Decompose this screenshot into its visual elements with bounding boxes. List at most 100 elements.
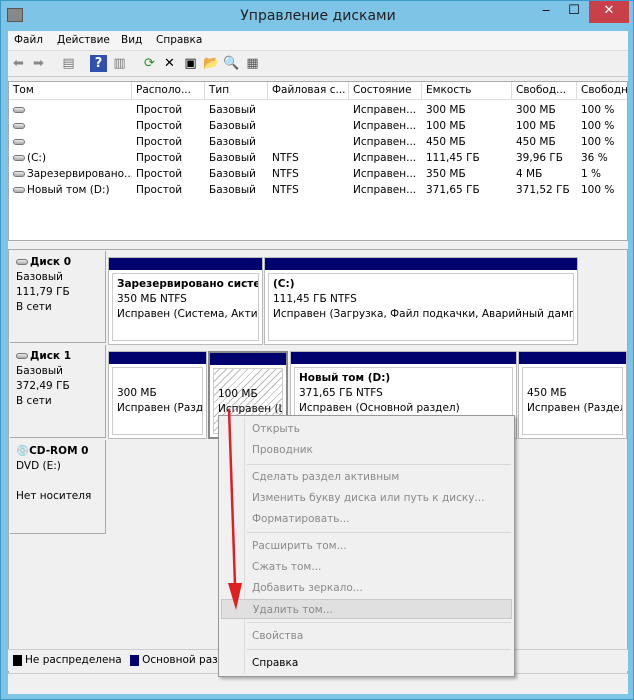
menu-item-extend-volume[interactable]: Расширить том... xyxy=(221,536,512,556)
legend-swatch-primary xyxy=(130,654,140,666)
column-header-volume[interactable]: Том xyxy=(9,82,132,100)
action-pane-icon[interactable]: ▥ xyxy=(111,55,128,72)
column-header-filesystem[interactable]: Файловая с... xyxy=(268,82,349,100)
disk-0-label[interactable]: Диск 0 Базовый 111,79 ГБ В сети xyxy=(10,251,106,343)
table-cell: 100 % xyxy=(577,102,627,118)
cell-text: 100 % xyxy=(581,136,615,148)
table-row[interactable]: Простой Базовый Исправен... 100 МБ 100 МБ 100… xyxy=(9,118,627,134)
partition-size: 450 МБ xyxy=(527,387,567,399)
table-cell: Базовый xyxy=(205,182,268,198)
partition-recovery-300[interactable]: 300 МБ Исправен (Раздел восстановления) xyxy=(108,351,207,439)
table-cell xyxy=(268,134,349,150)
table-cell xyxy=(9,102,132,118)
table-cell: 36 % xyxy=(577,150,627,166)
menu-item-shrink-volume[interactable]: Сжать том... xyxy=(221,557,512,577)
cell-text: Исправен... xyxy=(353,120,417,132)
table-cell xyxy=(9,134,132,150)
column-header-free-space[interactable]: Свобод... xyxy=(512,82,577,100)
column-header-status[interactable]: Состояние xyxy=(349,82,422,100)
cell-text: 1 % xyxy=(581,168,601,180)
column-header-percent-free[interactable]: Свободно xyxy=(577,82,627,100)
table-cell: Простой xyxy=(132,150,205,166)
cell-text: Простой xyxy=(136,168,183,180)
cell-text: Простой xyxy=(136,152,183,164)
menu-help[interactable]: Справка xyxy=(156,34,202,46)
settings-icon[interactable]: ▦ xyxy=(244,55,261,72)
cell-text: 111,45 ГБ xyxy=(426,152,480,164)
delete-icon[interactable]: ✕ xyxy=(161,55,178,72)
disk-type: Базовый xyxy=(16,365,63,377)
menu-item-help[interactable]: Справка xyxy=(221,653,512,673)
cdrom-0-label[interactable]: 💿CD-ROM 0 DVD (E:) Нет носителя xyxy=(10,440,106,534)
table-row[interactable]: Зарезервировано... Простой Базовый NTFS Испр… xyxy=(9,166,627,182)
partition-status: Исправен (Раздел восстановления) xyxy=(117,402,203,414)
console-tree-icon[interactable]: ▤ xyxy=(60,55,77,72)
menu-item-mark-active[interactable]: Сделать раздел активным xyxy=(221,467,512,487)
maximize-button[interactable]: ☐ xyxy=(561,1,587,23)
menu-view[interactable]: Вид xyxy=(121,34,142,46)
partition-status: Исправен (Загрузка, Файл подкачки, Авари… xyxy=(273,308,574,320)
table-cell: NTFS xyxy=(268,182,349,198)
volume-icon xyxy=(13,107,25,113)
partition-system-reserved[interactable]: Зарезервировано системой 350 МБ NTFS Испра… xyxy=(108,257,263,345)
menu-item-open[interactable]: Открыть xyxy=(221,419,512,439)
menu-item-change-drive-letter[interactable]: Изменить букву диска или путь к диску... xyxy=(221,488,512,508)
menu-item-delete-volume[interactable]: Удалить том... xyxy=(221,599,512,619)
table-row[interactable]: Простой Базовый Исправен... 300 МБ 300 МБ 100… xyxy=(9,102,627,118)
table-cell: 450 МБ xyxy=(422,134,512,150)
disk-status: Нет носителя xyxy=(16,490,92,502)
legend-swatch-unallocated xyxy=(13,654,22,666)
partition-size: 350 МБ NTFS xyxy=(117,293,187,305)
table-cell: Базовый xyxy=(205,118,268,134)
menu-item-format[interactable]: Форматировать... xyxy=(221,509,512,529)
volume-icon xyxy=(13,139,25,145)
menu-action[interactable]: Действие xyxy=(57,34,110,46)
partition-title: (C:) xyxy=(273,278,295,290)
explore-icon[interactable]: 🔍 xyxy=(223,55,240,72)
partition-c[interactable]: (C:) 111,45 ГБ NTFS Исправен (Загрузка, Фа… xyxy=(264,257,578,345)
menu-item-properties[interactable]: Свойства xyxy=(221,626,512,646)
cell-text: 300 МБ xyxy=(426,104,466,116)
partition-status: Исправен (Раздел восстановления) xyxy=(527,402,623,414)
minimize-button[interactable]: ‒ xyxy=(533,1,559,23)
menu-item-add-mirror[interactable]: Добавить зеркало... xyxy=(221,578,512,598)
cell-text: 100 % xyxy=(581,184,615,196)
volume-icon xyxy=(13,187,25,193)
cell-text: (C:) xyxy=(27,152,47,164)
help-icon[interactable]: ? xyxy=(90,55,107,72)
table-cell: 300 МБ xyxy=(512,102,577,118)
cell-text: Исправен... xyxy=(353,136,417,148)
cell-text: Базовый xyxy=(209,152,256,164)
table-cell xyxy=(268,118,349,134)
cell-text: 300 МБ xyxy=(516,104,556,116)
table-cell: Простой xyxy=(132,134,205,150)
forward-icon[interactable]: ➡ xyxy=(30,55,47,72)
table-row[interactable]: Новый том (D:) Простой Базовый NTFS Исправен… xyxy=(9,182,627,198)
disk-size: 372,49 ГБ xyxy=(16,380,70,392)
table-cell: Исправен... xyxy=(349,182,422,198)
table-row[interactable]: Простой Базовый Исправен... 450 МБ 450 МБ 100… xyxy=(9,134,627,150)
cell-text: 371,65 ГБ xyxy=(426,184,480,196)
column-header-type[interactable]: Тип xyxy=(205,82,268,100)
table-cell: Простой xyxy=(132,118,205,134)
properties-icon[interactable]: ▣ xyxy=(182,55,199,72)
open-icon[interactable]: 📂 xyxy=(203,55,220,72)
close-button[interactable]: ✕ xyxy=(589,1,629,23)
cell-text: Простой xyxy=(136,120,183,132)
cell-text: 371,52 ГБ xyxy=(516,184,570,196)
cell-text: Простой xyxy=(136,136,183,148)
column-header-layout[interactable]: Располо... xyxy=(132,82,205,100)
back-icon[interactable]: ⬅ xyxy=(10,55,27,72)
refresh-icon[interactable]: ⟳ xyxy=(141,55,158,72)
menu-item-explore[interactable]: Проводник xyxy=(221,440,512,460)
cell-text: Исправен... xyxy=(353,104,417,116)
disk-1-label[interactable]: Диск 1 Базовый 372,49 ГБ В сети xyxy=(10,345,106,438)
cell-text: Базовый xyxy=(209,104,256,116)
partition-size: 100 МБ xyxy=(218,388,258,400)
table-cell: 100 % xyxy=(577,118,627,134)
column-header-capacity[interactable]: Емкость xyxy=(422,82,512,100)
cell-text: Базовый xyxy=(209,168,256,180)
partition-recovery-450[interactable]: 450 МБ Исправен (Раздел восстановления) xyxy=(518,351,627,439)
table-row[interactable]: (C:) Простой Базовый NTFS Исправен... 111,45 … xyxy=(9,150,627,166)
menu-file[interactable]: Файл xyxy=(14,34,43,46)
